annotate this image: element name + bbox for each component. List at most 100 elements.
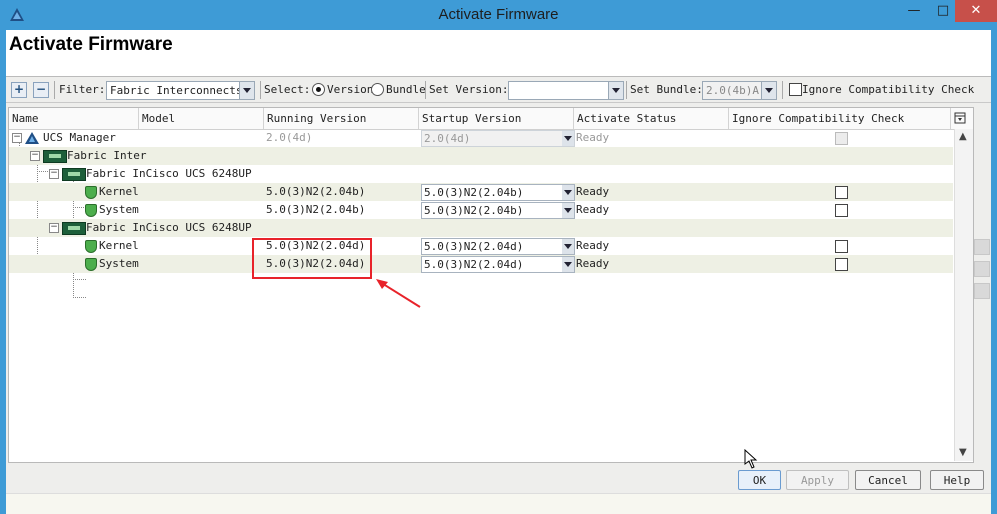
table-row[interactable]: System 5.0(3)N2(2.04d) 5.0(3)N2(2.04d) R… (9, 255, 953, 273)
chevron-down-icon (562, 185, 574, 200)
table-row[interactable]: − Fabric InCisco UCS 6248UP (9, 165, 953, 183)
column-header-ignore-compatibility[interactable]: Ignore Compatibility Check (729, 108, 951, 129)
maximize-button[interactable]: □ (931, 0, 955, 22)
toolbar-separator (260, 81, 261, 99)
startup-version-select[interactable]: 5.0(3)N2(2.04b) (421, 202, 575, 219)
shield-icon (85, 204, 97, 217)
shield-icon (85, 258, 97, 271)
scroll-up-icon[interactable]: ▲ (959, 131, 967, 142)
startup-version-value: 5.0(3)N2(2.04d) (424, 240, 524, 253)
collapse-icon[interactable]: − (49, 223, 59, 233)
copy-icon[interactable] (974, 283, 990, 299)
activate-status: Ready (576, 203, 610, 216)
row-name: Fabric Inter (67, 149, 147, 162)
table-row[interactable]: System 5.0(3)N2(2.04b) 5.0(3)N2(2.04b) R… (9, 201, 953, 219)
chevron-down-icon (562, 239, 574, 254)
ignore-compatibility-row-checkbox[interactable] (835, 132, 848, 145)
running-version: 5.0(3)N2(2.04b) (266, 185, 366, 198)
toolbar-separator (54, 81, 55, 99)
table-row[interactable]: − Fabric Inter (9, 147, 953, 165)
scroll-down-icon[interactable]: ▼ (959, 447, 967, 458)
filter-label: Filter: (59, 83, 106, 96)
set-version-select[interactable] (508, 81, 624, 100)
bundle-radio-label[interactable]: Bundle (386, 81, 426, 99)
fabric-interconnect-icon (62, 222, 86, 235)
table-row[interactable]: Kernel 5.0(3)N2(2.04b) 5.0(3)N2(2.04b) R… (9, 183, 953, 201)
set-bundle-select[interactable]: 2.0(4b)A (702, 81, 777, 100)
row-name: System (99, 203, 139, 216)
ignore-compatibility-checkbox[interactable] (789, 83, 802, 96)
ignore-compatibility-row-checkbox[interactable] (835, 186, 848, 199)
window-title: Activate Firmware (438, 6, 559, 23)
toolbar-separator (782, 81, 783, 99)
startup-version-value: 5.0(3)N2(2.04d) (424, 258, 524, 271)
column-header-running-version[interactable]: Running Version (264, 108, 419, 129)
version-radio-label[interactable]: Version (327, 81, 373, 99)
shield-icon (85, 186, 97, 199)
column-header-activate-status[interactable]: Activate Status (574, 108, 729, 129)
table-row[interactable]: − UCS Manager 2.0(4d) 2.0(4d) Ready (9, 129, 953, 147)
chevron-down-icon (608, 82, 623, 99)
annotation-arrow-icon (376, 279, 421, 308)
fabric-interconnect-icon (43, 150, 67, 163)
bundle-radio[interactable] (371, 83, 384, 96)
page-title: Activate Firmware (9, 34, 173, 55)
set-version-label: Set Version: (429, 83, 509, 96)
close-button[interactable]: ✕ (955, 0, 997, 22)
help-button[interactable]: Help (930, 470, 984, 490)
column-chooser-icon[interactable] (951, 108, 971, 129)
startup-version-value: 2.0(4d) (424, 132, 471, 145)
collapse-icon[interactable]: − (12, 133, 22, 143)
add-button[interactable]: + (11, 82, 27, 98)
ignore-compatibility-label[interactable]: Ignore Compatibility Check (802, 81, 974, 99)
chevron-down-icon (761, 82, 776, 99)
window: Activate Firmware — □ ✕ Activate Firmwar… (0, 0, 997, 514)
select-label: Select: (264, 83, 311, 96)
row-name: Kernel (99, 239, 139, 252)
apply-button[interactable]: Apply (786, 470, 849, 490)
startup-version-select[interactable]: 5.0(3)N2(2.04d) (421, 238, 575, 255)
ignore-compatibility-row-checkbox[interactable] (835, 204, 848, 217)
highlight-box (252, 238, 372, 279)
activate-status: Ready (576, 239, 610, 252)
chevron-down-icon (239, 82, 254, 99)
ok-button[interactable]: OK (738, 470, 781, 490)
firmware-table: Name Model Running Version Startup Versi… (8, 107, 974, 463)
row-name: Fabric InCisco UCS 6248UP (86, 167, 252, 180)
set-bundle-label: Set Bundle: (630, 83, 703, 96)
properties-icon[interactable] (974, 239, 990, 255)
cancel-button[interactable]: Cancel (855, 470, 921, 490)
collapse-icon[interactable]: − (49, 169, 59, 179)
version-radio[interactable] (312, 83, 325, 96)
toolbar: + − Filter: Fabric Interconnects Select:… (6, 78, 991, 103)
collapse-icon[interactable]: − (30, 151, 40, 161)
table-row[interactable]: Kernel 5.0(3)N2(2.04d) 5.0(3)N2(2.04d) R… (9, 237, 953, 255)
activate-status: Ready (576, 257, 610, 270)
running-version: 2.0(4d) (266, 131, 313, 144)
table-row[interactable]: − Fabric InCisco UCS 6248UP (9, 219, 953, 237)
activate-status: Ready (576, 131, 610, 144)
row-name: Kernel (99, 185, 139, 198)
minimize-button[interactable]: — (897, 0, 931, 22)
vertical-scrollbar[interactable]: ▲ ▼ (954, 129, 973, 461)
column-header-startup-version[interactable]: Startup Version (419, 108, 574, 129)
fabric-interconnect-icon (62, 168, 86, 181)
ignore-compatibility-row-checkbox[interactable] (835, 258, 848, 271)
column-header-name[interactable]: Name (9, 108, 139, 129)
mouse-cursor-icon (744, 449, 758, 469)
startup-version-select[interactable]: 5.0(3)N2(2.04b) (421, 184, 575, 201)
shield-icon (85, 240, 97, 253)
column-header-model[interactable]: Model (139, 108, 264, 129)
dialog-client: Activate Firmware + − Filter: Fabric Int… (6, 30, 991, 514)
titlebar: Activate Firmware — □ ✕ (0, 0, 997, 30)
ignore-compatibility-row-checkbox[interactable] (835, 240, 848, 253)
trash-icon[interactable] (974, 261, 990, 277)
ucs-manager-icon (25, 132, 39, 144)
filter-select[interactable]: Fabric Interconnects (106, 81, 255, 100)
startup-version-select[interactable]: 5.0(3)N2(2.04d) (421, 256, 575, 273)
startup-version-select[interactable]: 2.0(4d) (421, 130, 575, 147)
remove-button[interactable]: − (33, 82, 49, 98)
startup-version-value: 5.0(3)N2(2.04b) (424, 186, 524, 199)
chevron-down-icon (562, 257, 574, 272)
row-name: System (99, 257, 139, 270)
